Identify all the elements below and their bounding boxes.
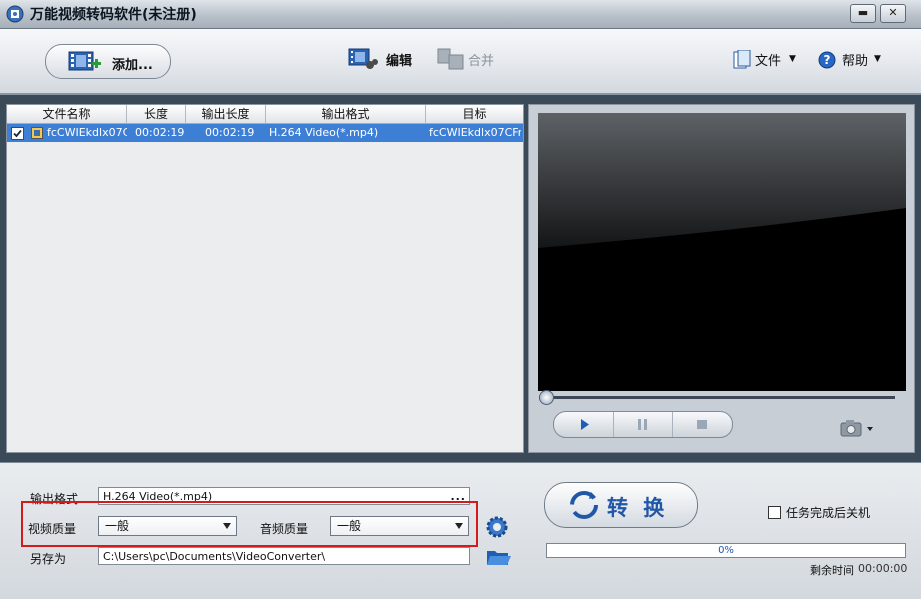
shutdown-label: 任务完成后关机 (786, 506, 871, 520)
merge-button: 合并 (468, 54, 495, 69)
merge-film-icon (437, 48, 464, 70)
help-menu-chevron-icon[interactable]: ▼ (874, 54, 881, 64)
snapshot-camera-icon[interactable] (840, 419, 876, 437)
convert-button-label: 转 换 (607, 496, 669, 520)
video-preview-screen (538, 113, 906, 391)
seek-handle[interactable] (539, 390, 554, 405)
file-list[interactable]: 文件名称 长度 输出长度 输出格式 目标 fcCWIEkdlx07CF 00:0… (6, 104, 524, 453)
svg-text:?: ? (824, 53, 831, 67)
close-button[interactable]: ✕ (880, 4, 906, 23)
playback-controls (553, 411, 733, 438)
column-header[interactable]: 文件名称 (7, 105, 127, 123)
file-icon (733, 50, 751, 69)
cell-output-length: 00:02:19 (205, 126, 255, 139)
edit-button[interactable]: 编辑 (386, 50, 412, 69)
stop-icon (697, 420, 707, 429)
play-button[interactable] (554, 412, 612, 437)
table-row[interactable]: fcCWIEkdlx07CF 00:02:19 00:02:19 H.264 V… (7, 124, 523, 142)
cell-length: 00:02:19 (135, 126, 185, 139)
stop-button[interactable] (672, 412, 731, 437)
add-button[interactable]: 添加... (45, 44, 171, 79)
app-window: 万能视频转码软件(未注册) ▬ ✕ 添加... 编辑 合并 文件 ▼ ? 帮助 … (0, 0, 921, 599)
column-header[interactable]: 输出长度 (186, 105, 266, 123)
refresh-icon (570, 491, 598, 519)
highlight-box (21, 501, 478, 547)
file-menu[interactable]: 文件 (755, 50, 781, 69)
app-logo-icon (6, 5, 24, 23)
pause-icon (638, 419, 647, 430)
film-add-icon (68, 51, 101, 71)
cell-target: fcCWIEkdlx07CFrP (429, 126, 521, 139)
cell-output-format: H.264 Video(*.mp4) (269, 126, 379, 139)
toolbar: 添加... 编辑 合并 文件 ▼ ? 帮助 ▼ (0, 29, 921, 95)
column-header[interactable]: 输出格式 (266, 105, 426, 123)
preview-panel (528, 104, 915, 453)
checkmark-icon (13, 129, 22, 138)
seek-track[interactable] (539, 396, 895, 399)
title-bar: 万能视频转码软件(未注册) ▬ ✕ (0, 0, 921, 29)
column-header[interactable]: 长度 (127, 105, 186, 123)
help-icon: ? (818, 51, 836, 69)
progress-text: 0% (718, 545, 734, 556)
video-file-icon (31, 127, 43, 139)
pause-button[interactable] (613, 412, 672, 437)
edit-film-icon[interactable] (348, 46, 378, 72)
gear-icon[interactable] (485, 515, 509, 539)
help-menu[interactable]: 帮助 (842, 50, 868, 69)
shutdown-checkbox[interactable] (768, 506, 781, 519)
folder-open-icon[interactable] (486, 547, 512, 567)
progress-bar: 0% (546, 543, 906, 558)
add-button-label: 添加... (112, 58, 153, 73)
row-checkbox[interactable] (11, 127, 24, 140)
file-list-header: 文件名称 长度 输出长度 输出格式 目标 (7, 105, 523, 124)
remaining-time-label: 剩余时间 (810, 564, 854, 577)
cell-name: fcCWIEkdlx07CF (47, 126, 127, 139)
column-header[interactable]: 目标 (426, 105, 523, 123)
remaining-time-value: 00:00:00 (858, 562, 908, 575)
file-menu-chevron-icon[interactable]: ▼ (789, 54, 796, 64)
play-icon (581, 419, 589, 430)
save-as-field[interactable]: C:\Users\pc\Documents\VideoConverter\ (98, 547, 470, 565)
convert-button[interactable]: 转 换 (544, 482, 698, 528)
window-title: 万能视频转码软件(未注册) (30, 7, 197, 23)
save-as-path: C:\Users\pc\Documents\VideoConverter\ (103, 550, 326, 563)
minimize-button[interactable]: ▬ (850, 4, 876, 23)
screen-gloss (538, 113, 906, 248)
save-as-label: 另存为 (30, 552, 67, 566)
